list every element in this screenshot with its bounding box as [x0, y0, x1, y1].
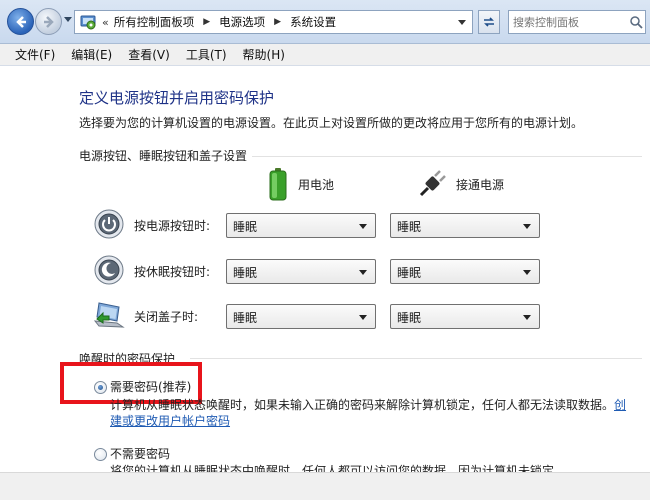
- column-label-plugged: 接通电源: [456, 177, 505, 192]
- row-label: 按休眠按钮时:: [134, 265, 211, 279]
- row-label: 关闭盖子时:: [134, 310, 199, 324]
- no-password-description: 将您的计算机从睡眠状态中唤醒时，任何人都可以访问您的数据，因为计算机未锁定。: [110, 464, 567, 472]
- address-dropdown-icon[interactable]: [458, 20, 466, 25]
- breadcrumb[interactable]: « 所有控制面板项 ▶ 电源选项 ▶ 系统设置: [74, 10, 473, 34]
- column-header-battery: 用电池: [268, 166, 334, 202]
- address-bar: « 所有控制面板项 ▶ 电源选项 ▶ 系统设置: [0, 0, 650, 44]
- chevron-down-icon: [359, 270, 367, 275]
- section-divider: [190, 358, 642, 359]
- page-description: 选择要为您的计算机设置的电源设置。在此页上对设置所做的更改将应用于您所有的电源计…: [79, 116, 584, 130]
- back-button[interactable]: [7, 8, 34, 35]
- content-pane: 定义电源按钮并启用密码保护 选择要为您的计算机设置的电源设置。在此页上对设置所做…: [0, 67, 650, 472]
- description-text: 计算机从睡眠状态唤醒时，如果未输入正确的密码来解除计算机锁定，任何人都无法读取数…: [110, 398, 615, 412]
- refresh-icon: [484, 17, 494, 27]
- menu-edit[interactable]: 编辑(E): [63, 46, 120, 63]
- menu-tools[interactable]: 工具(T): [178, 46, 235, 63]
- breadcrumb-overflow[interactable]: «: [102, 16, 109, 29]
- forward-button[interactable]: [35, 8, 62, 35]
- search-input[interactable]: [513, 15, 623, 29]
- select-value: 睡眠: [397, 311, 422, 325]
- no-password-label[interactable]: 不需要密码: [110, 445, 170, 462]
- chevron-down-icon: [523, 270, 531, 275]
- lid-close-plugged-select[interactable]: 睡眠: [390, 304, 540, 329]
- select-value: 睡眠: [397, 220, 422, 234]
- chevron-down-icon: [359, 315, 367, 320]
- breadcrumb-item[interactable]: 系统设置: [290, 14, 336, 30]
- menu-file[interactable]: 文件(F): [7, 46, 63, 63]
- buttons-section-header: 电源按钮、睡眠按钮和盖子设置: [79, 149, 248, 163]
- breadcrumb-item[interactable]: 电源选项: [219, 14, 265, 30]
- column-label-battery: 用电池: [298, 177, 335, 192]
- breadcrumb-separator-icon[interactable]: ▶: [274, 17, 281, 27]
- sleep-button-plugged-select[interactable]: 睡眠: [390, 259, 540, 284]
- command-bar: [0, 472, 650, 500]
- menu-bar: 文件(F) 编辑(E) 查看(V) 工具(T) 帮助(H): [0, 44, 650, 66]
- require-password-description: 计算机从睡眠状态唤醒时，如果未输入正确的密码来解除计算机锁定，任何人都无法读取数…: [110, 397, 630, 429]
- control-panel-icon: [80, 15, 96, 30]
- lid-close-battery-select[interactable]: 睡眠: [226, 304, 376, 329]
- back-arrow-icon: [15, 15, 26, 28]
- menu-view[interactable]: 查看(V): [120, 46, 178, 63]
- sleep-button-icon: [94, 255, 124, 285]
- battery-icon: [269, 168, 287, 201]
- breadcrumb-separator-icon[interactable]: ▶: [203, 17, 210, 27]
- column-header-plugged: 接通电源: [418, 166, 504, 202]
- select-value: 睡眠: [233, 266, 258, 280]
- recent-pages-dropdown[interactable]: [64, 17, 72, 22]
- chevron-down-icon: [523, 224, 531, 229]
- breadcrumb-item[interactable]: 所有控制面板项: [114, 14, 195, 30]
- power-button-icon: [94, 209, 124, 239]
- chevron-down-icon: [523, 315, 531, 320]
- laptop-lid-icon: [93, 302, 125, 328]
- menu-help[interactable]: 帮助(H): [235, 46, 293, 63]
- section-divider: [252, 156, 642, 157]
- no-password-radio[interactable]: [94, 448, 107, 461]
- power-button-plugged-select[interactable]: 睡眠: [390, 213, 540, 238]
- sleep-button-battery-select[interactable]: 睡眠: [226, 259, 376, 284]
- power-plug-icon: [419, 170, 446, 197]
- forward-arrow-icon: [43, 15, 54, 28]
- search-box[interactable]: [508, 10, 646, 34]
- select-value: 睡眠: [233, 220, 258, 234]
- refresh-button[interactable]: [478, 10, 500, 34]
- select-value: 睡眠: [233, 311, 258, 325]
- search-icon[interactable]: [629, 15, 643, 29]
- page-title: 定义电源按钮并启用密码保护: [79, 89, 275, 107]
- chevron-down-icon: [359, 224, 367, 229]
- select-value: 睡眠: [397, 266, 422, 280]
- power-button-battery-select[interactable]: 睡眠: [226, 213, 376, 238]
- row-label: 按电源按钮时:: [134, 219, 211, 233]
